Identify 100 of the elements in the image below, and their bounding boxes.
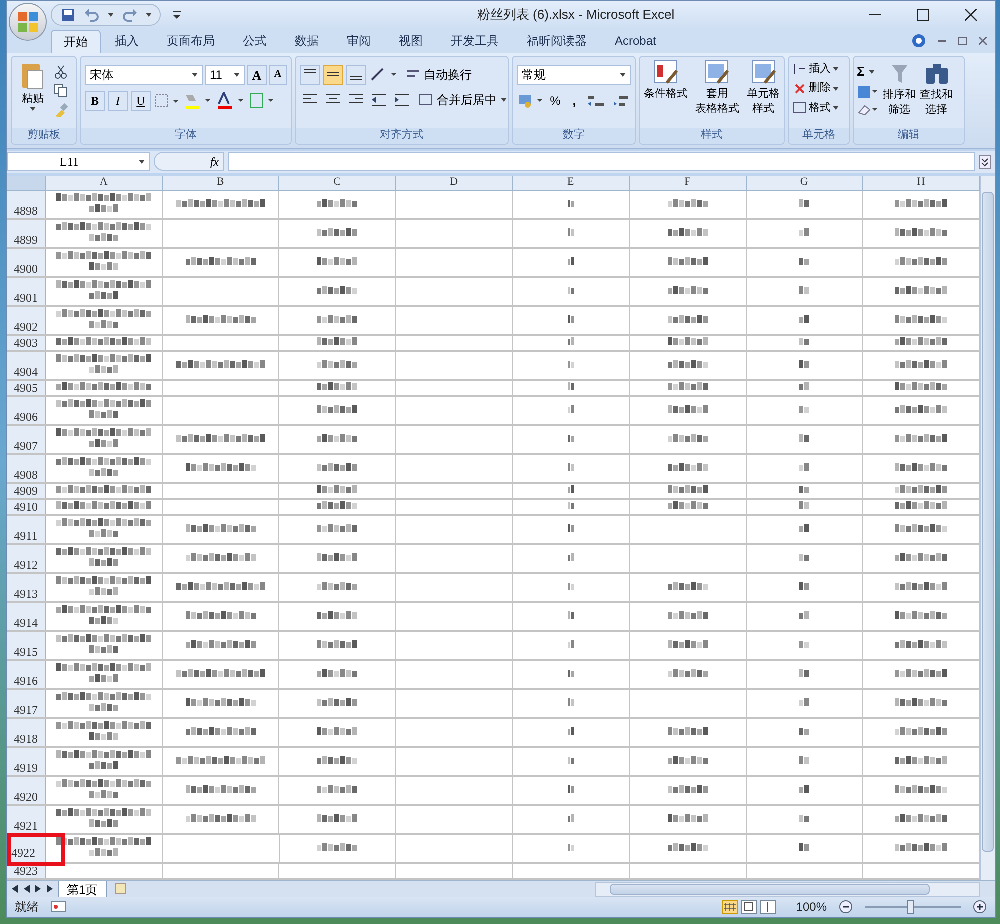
- ribbon-tab[interactable]: 页面布局: [153, 30, 229, 53]
- expand-icon[interactable]: [979, 154, 991, 169]
- wrap-text-button[interactable]: 自动换行: [406, 66, 472, 84]
- minimize-icon[interactable]: [938, 40, 946, 42]
- ribbon-tab[interactable]: 审阅: [333, 30, 385, 53]
- redo-icon[interactable]: [122, 7, 138, 23]
- macro-record-icon[interactable]: [51, 900, 67, 914]
- comma-button[interactable]: ,: [566, 90, 583, 111]
- cell-action-button[interactable]: 插入: [793, 60, 845, 78]
- row-header[interactable]: 4922: [7, 832, 64, 866]
- formula-field[interactable]: [228, 152, 975, 172]
- name-box[interactable]: L11: [7, 152, 150, 172]
- blurred-text-drawing: [668, 726, 708, 738]
- style-button[interactable]: 条件格式: [644, 58, 688, 102]
- percent-button[interactable]: %: [547, 90, 564, 111]
- column-header[interactable]: F: [684, 176, 691, 191]
- column-header[interactable]: A: [100, 176, 108, 191]
- close-icon: [965, 9, 977, 21]
- save-icon[interactable]: [60, 7, 76, 23]
- sort-filter-button[interactable]: 排序和 筛选: [883, 60, 916, 118]
- office-button[interactable]: [9, 3, 47, 41]
- blurred-text-drawing: [668, 228, 708, 239]
- window-title: 粉丝列表 (6).xlsx - Microsoft Excel: [477, 6, 675, 24]
- vertical-align-button[interactable]: [323, 64, 343, 85]
- style-button[interactable]: 套用 表格格式: [695, 58, 740, 117]
- insert-cells-icon: [793, 62, 807, 76]
- vertical-align-button[interactable]: [346, 64, 366, 85]
- cell-action-button[interactable]: 格式: [793, 100, 845, 116]
- column-header[interactable]: D: [450, 176, 458, 191]
- ribbon-tab[interactable]: 开始: [51, 30, 101, 53]
- blurred-text-drawing: [568, 756, 574, 767]
- vertical-align-button[interactable]: [300, 64, 320, 85]
- zoom-in-icon[interactable]: [973, 900, 987, 914]
- paste-button[interactable]: 粘贴: [16, 60, 50, 112]
- vertical-scrollbar[interactable]: [980, 176, 995, 880]
- blurred-text-drawing: [895, 814, 948, 825]
- column-header[interactable]: E: [568, 176, 574, 191]
- bold-button[interactable]: B: [85, 90, 105, 111]
- blurred-text-drawing: [895, 784, 948, 796]
- ribbon-tab[interactable]: 数据: [281, 30, 333, 53]
- blurred-text-drawing: [568, 726, 574, 738]
- find-select-button[interactable]: 查找和 选择: [920, 60, 953, 118]
- column-header[interactable]: H: [917, 176, 926, 191]
- zoom-level[interactable]: 100%: [796, 898, 827, 916]
- column-header[interactable]: C: [334, 176, 341, 191]
- blurred-text-drawing: [568, 610, 574, 622]
- horizontal-scrollbar[interactable]: [595, 882, 980, 897]
- ribbon-tab[interactable]: Acrobat: [601, 30, 670, 53]
- ribbon-tab[interactable]: 福昕阅读器: [513, 30, 601, 53]
- scissors-icon[interactable]: [54, 64, 68, 79]
- number-format-field[interactable]: 常规: [517, 64, 631, 85]
- blurred-text-drawing: [186, 314, 256, 326]
- underline-button[interactable]: U: [131, 90, 151, 111]
- zoom-slider[interactable]: [865, 900, 961, 914]
- page-break-icon[interactable]: [760, 900, 776, 914]
- ribbon-tab[interactable]: 开发工具: [437, 30, 513, 53]
- undo-icon[interactable]: [84, 7, 100, 23]
- blurred-text-drawing: [568, 698, 574, 709]
- font-size-field[interactable]: 11: [205, 64, 245, 85]
- normal-view-icon[interactable]: [722, 900, 738, 914]
- copy-icon[interactable]: [54, 84, 68, 98]
- grow-font-button[interactable]: A: [247, 64, 267, 85]
- borders-icon[interactable]: [154, 92, 180, 109]
- close-icon[interactable]: [979, 37, 987, 46]
- italic-button[interactable]: I: [108, 90, 128, 111]
- customize-toolbar-icon[interactable]: [173, 11, 181, 19]
- blurred-text-drawing: [568, 552, 574, 564]
- fill-down-icon[interactable]: [857, 85, 879, 100]
- restore-icon[interactable]: [958, 37, 967, 46]
- font-color-icon[interactable]: [216, 92, 246, 110]
- ribbon-tab[interactable]: 公式: [229, 30, 281, 53]
- column-header[interactable]: B: [216, 176, 224, 191]
- help-icon[interactable]: [912, 34, 926, 48]
- sheet-tab[interactable]: 第1页: [58, 880, 107, 898]
- zoom-out-icon[interactable]: [839, 900, 853, 914]
- merge-center-button[interactable]: 合并后居中: [419, 90, 507, 109]
- blurred-text-drawing: [668, 360, 708, 371]
- blurred-text-drawing: [317, 726, 358, 738]
- blurred-text-drawing: [186, 698, 256, 709]
- cell-action-button[interactable]: 删除: [793, 80, 845, 97]
- blurred-text-drawing: [895, 434, 948, 445]
- caret-icon: [139, 160, 145, 164]
- blurred-text-drawing: [895, 360, 948, 371]
- autosum-button[interactable]: Σ: [857, 62, 879, 82]
- blurred-text-drawing: [317, 610, 358, 622]
- style-button[interactable]: 单元格 样式: [747, 58, 780, 117]
- font-name-field[interactable]: 宋体: [85, 64, 203, 85]
- eraser-icon[interactable]: [857, 103, 879, 118]
- zoom-thumb[interactable]: [907, 900, 914, 914]
- page-layout-icon[interactable]: [741, 900, 758, 914]
- blurred-text-drawing: [568, 814, 574, 825]
- group-label: 样式: [701, 128, 723, 144]
- ribbon-tab[interactable]: 插入: [101, 30, 153, 53]
- column-header[interactable]: G: [800, 176, 808, 191]
- blurred-text-drawing: [317, 698, 358, 709]
- blurred-text-drawing: [895, 842, 948, 854]
- blurred-text-drawing: [568, 286, 574, 297]
- ribbon-tab[interactable]: 视图: [385, 30, 437, 53]
- function-label[interactable]: fx: [210, 152, 219, 171]
- shrink-font-button[interactable]: A: [269, 64, 287, 85]
